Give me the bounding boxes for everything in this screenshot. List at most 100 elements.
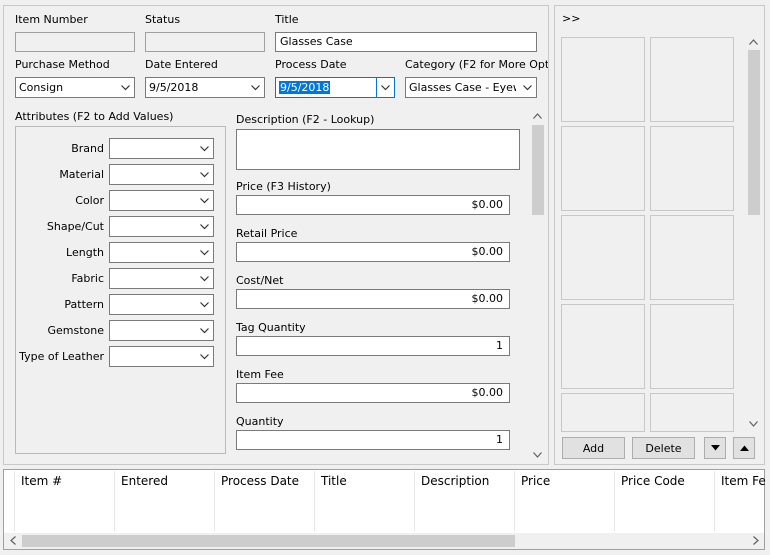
chevron-down-icon[interactable]: [195, 347, 213, 366]
retail-price-field[interactable]: $0.00: [236, 242, 510, 262]
grid-hscrollbar-thumb[interactable]: [22, 535, 515, 547]
attribute-select[interactable]: [109, 164, 214, 185]
chevron-down-icon[interactable]: [195, 217, 213, 236]
retail-price-label: Retail Price: [236, 227, 298, 240]
price-field[interactable]: $0.00: [236, 195, 510, 215]
column-separator[interactable]: [114, 471, 115, 531]
image-slot[interactable]: [561, 215, 645, 300]
attribute-label: Type of Leather: [19, 350, 104, 363]
attribute-label: Shape/Cut: [46, 220, 104, 233]
description-label: Description (F2 - Lookup): [236, 113, 375, 126]
image-slot[interactable]: [561, 393, 645, 432]
scroll-down-icon[interactable]: [530, 447, 545, 462]
column-header[interactable]: Item #: [21, 474, 62, 488]
status-field[interactable]: [145, 32, 265, 52]
chevron-down-icon[interactable]: [195, 243, 213, 262]
column-separator[interactable]: [514, 471, 515, 531]
attribute-label: Fabric: [71, 272, 104, 285]
title-field[interactable]: Glasses Case: [275, 32, 537, 52]
delete-image-button[interactable]: Delete: [632, 437, 695, 459]
process-date-value: 9/5/2018: [279, 81, 331, 94]
price-label: Price (F3 History): [236, 180, 331, 193]
attribute-label: Material: [59, 168, 104, 181]
attribute-label: Length: [66, 246, 104, 259]
attribute-label: Color: [75, 194, 104, 207]
attribute-select[interactable]: [109, 346, 214, 367]
attribute-select[interactable]: [109, 138, 214, 159]
images-scrollbar-thumb[interactable]: [748, 50, 760, 215]
quantity-label: Quantity: [236, 415, 284, 428]
title-label: Title: [275, 13, 299, 26]
column-header[interactable]: Title: [321, 474, 347, 488]
purchase-method-label: Purchase Method: [15, 58, 110, 71]
image-slot[interactable]: [650, 37, 734, 122]
column-header[interactable]: Price Code: [621, 474, 685, 488]
chevron-down-icon[interactable]: [246, 78, 264, 97]
add-image-button[interactable]: Add: [562, 437, 625, 459]
column-header[interactable]: Description: [421, 474, 489, 488]
attribute-select[interactable]: [109, 242, 214, 263]
chevron-down-icon[interactable]: [195, 165, 213, 184]
move-down-button[interactable]: [704, 437, 726, 459]
attribute-select[interactable]: [109, 268, 214, 289]
purchase-method-select[interactable]: Consign: [15, 77, 135, 98]
chevron-down-icon[interactable]: [376, 78, 394, 97]
triangle-up-icon: [739, 445, 749, 451]
tag-quantity-label: Tag Quantity: [236, 321, 306, 334]
attribute-select[interactable]: [109, 320, 214, 341]
status-label: Status: [145, 13, 181, 26]
item-number-field[interactable]: [15, 32, 135, 52]
process-date-picker[interactable]: 9/5/2018: [275, 77, 395, 98]
quantity-field[interactable]: 1: [236, 430, 510, 450]
triangle-down-icon: [710, 445, 720, 451]
chevron-down-icon[interactable]: [195, 191, 213, 210]
chevron-down-icon[interactable]: [116, 78, 134, 97]
scroll-down-icon[interactable]: [746, 416, 761, 431]
scroll-up-icon[interactable]: [746, 34, 761, 49]
column-header[interactable]: Process Date: [221, 474, 299, 488]
image-slot[interactable]: [650, 393, 734, 432]
attribute-select[interactable]: [109, 190, 214, 211]
description-field[interactable]: [236, 129, 520, 170]
scroll-left-icon[interactable]: [5, 533, 20, 548]
chevron-down-icon[interactable]: [195, 269, 213, 288]
attribute-label: Pattern: [64, 298, 104, 311]
details-scrollbar-thumb[interactable]: [532, 125, 544, 215]
column-separator[interactable]: [714, 471, 715, 531]
column-separator[interactable]: [214, 471, 215, 531]
scroll-right-icon[interactable]: [748, 533, 763, 548]
date-entered-picker[interactable]: 9/5/2018: [145, 77, 265, 98]
chevron-down-icon[interactable]: [518, 78, 536, 97]
column-header[interactable]: Entered: [121, 474, 168, 488]
purchase-method-value: Consign: [19, 81, 64, 94]
chevron-down-icon[interactable]: [195, 139, 213, 158]
chevron-down-icon[interactable]: [195, 321, 213, 340]
attributes-label: Attributes (F2 to Add Values): [15, 110, 174, 123]
cost-net-field[interactable]: $0.00: [236, 289, 510, 309]
move-up-button[interactable]: [733, 437, 755, 459]
scroll-up-icon[interactable]: [530, 108, 545, 123]
category-select[interactable]: Glasses Case - Eyewea: [405, 77, 537, 98]
tag-quantity-field[interactable]: 1: [236, 336, 510, 356]
column-header[interactable]: Item Fe: [721, 474, 769, 488]
image-slot[interactable]: [561, 304, 645, 389]
category-label: Category (F2 for More Option: [405, 58, 548, 71]
item-fee-field[interactable]: $0.00: [236, 383, 510, 403]
column-separator[interactable]: [314, 471, 315, 531]
attribute-label: Gemstone: [47, 324, 104, 337]
image-slot[interactable]: [650, 126, 734, 211]
item-fee-label: Item Fee: [236, 368, 284, 381]
date-entered-value: 9/5/2018: [149, 81, 199, 94]
image-slot[interactable]: [650, 215, 734, 300]
image-slot[interactable]: [650, 304, 734, 389]
column-header[interactable]: Price: [521, 474, 550, 488]
attribute-select[interactable]: [109, 294, 214, 315]
image-slot[interactable]: [561, 126, 645, 211]
expand-toggle[interactable]: >>: [562, 12, 580, 25]
column-separator[interactable]: [414, 471, 415, 531]
image-slot[interactable]: [561, 37, 645, 122]
column-separator[interactable]: [14, 471, 15, 531]
column-separator[interactable]: [614, 471, 615, 531]
chevron-down-icon[interactable]: [195, 295, 213, 314]
attribute-select[interactable]: [109, 216, 214, 237]
